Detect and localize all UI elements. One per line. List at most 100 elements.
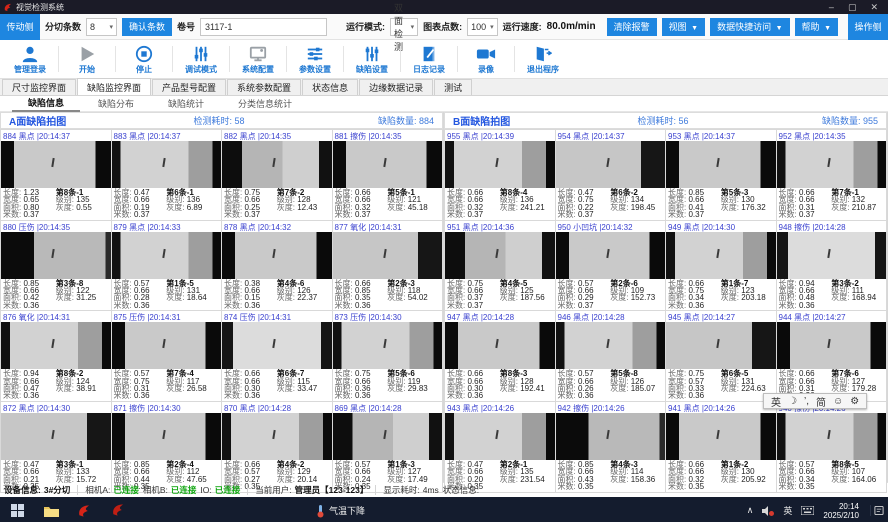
defect-image[interactable] [222,413,332,460]
defect-card-header[interactable]: 945 黑点 |20:14:27 [666,311,776,322]
defect-card[interactable]: 880 压伤 |20:14:35 长度: 0.85 宽度: 0.66 面积: 0… [1,221,111,311]
tab-5[interactable]: 边缘数据记录 [359,79,433,95]
defect-card[interactable]: 875 压伤 |20:14:31 长度: 0.57 宽度: 0.75 面积: 0… [112,311,222,401]
coil-number-input[interactable] [200,18,327,36]
defect-card-header[interactable]: 951 黑点 |20:14:36 [445,221,555,232]
ime-fullhalf-moon-icon[interactable]: ☽ [788,396,797,407]
volume-icon[interactable] [762,506,774,516]
defect-card-header[interactable]: 879 黑点 |20:14:33 [112,221,222,232]
defect-image[interactable] [1,232,111,279]
defect-image[interactable] [445,322,555,369]
confirm-count-button[interactable]: 确认条数 [122,18,172,36]
defect-card-header[interactable]: 943 黑点 |20:14:26 [445,402,555,413]
view-menu-button[interactable]: 视图 ▼ [662,18,705,36]
action-button-sliders-v2[interactable]: 缺陷设置 [346,40,398,78]
defect-image[interactable] [333,232,443,279]
defect-card-header[interactable]: 953 黑点 |20:14:37 [666,130,776,141]
defect-card[interactable]: 871 擦伤 |20:14:30 长度: 0.85 宽度: 0.66 面积: 0… [112,402,222,492]
defect-card[interactable]: 951 黑点 |20:14:36 长度: 0.75 宽度: 0.66 面积: 0… [445,221,555,311]
defect-card-header[interactable]: 944 黑点 |20:14:27 [777,311,887,322]
defect-image[interactable] [666,322,776,369]
subtab-1[interactable]: 缺陷分布 [82,96,150,111]
drive-side-button[interactable]: 传动侧 [0,14,40,40]
defect-card[interactable]: 870 黑点 |20:14:28 长度: 0.66 宽度: 0.57 面积: 0… [222,402,332,492]
defect-image[interactable] [556,141,666,188]
action-button-log[interactable]: 日志记录 [403,40,455,78]
clear-alarm-button[interactable]: 清除报警 [607,18,657,36]
defect-image[interactable] [666,413,776,460]
defect-image[interactable] [1,322,111,369]
defect-card[interactable]: 953 黑点 |20:14:37 长度: 0.85 宽度: 0.66 面积: 0… [666,130,776,220]
defect-image[interactable] [777,413,887,460]
close-button[interactable]: ✕ [870,3,878,12]
defect-card-header[interactable]: 952 黑点 |20:14:35 [777,130,887,141]
defect-card-header[interactable]: 947 黑点 |20:14:28 [445,311,555,322]
action-button-sliders-h[interactable]: 参数设置 [289,40,341,78]
defect-card-header[interactable]: 941 黑点 |20:14:26 [666,402,776,413]
defect-card[interactable]: 954 黑点 |20:14:37 长度: 0.47 宽度: 0.75 面积: 0… [556,130,666,220]
tab-6[interactable]: 测试 [434,79,472,95]
tray-expand-icon[interactable]: ∧ [747,505,754,516]
defect-card[interactable]: 946 黑点 |20:14:28 长度: 0.57 宽度: 0.66 面积: 0… [556,311,666,401]
defect-card-header[interactable]: 884 黑点 |20:14:37 [1,130,111,141]
defect-image[interactable] [333,141,443,188]
operator-side-button[interactable]: 操作侧 [848,14,888,40]
defect-card[interactable]: 948 擦伤 |20:14:28 长度: 0.94 宽度: 0.66 面积: 0… [777,221,887,311]
defect-card[interactable]: 873 压伤 |20:14:30 长度: 0.75 宽度: 0.66 面积: 0… [333,311,443,401]
defect-card-header[interactable]: 942 擦伤 |20:14:26 [556,402,666,413]
defect-card[interactable]: 940 擦伤 |20:14:26 长度: 0.57 宽度: 0.66 面积: 0… [777,402,887,492]
chart-points-select[interactable]: 100 ▾ [467,18,498,36]
defect-image[interactable] [333,413,443,460]
defect-card-header[interactable]: 873 压伤 |20:14:30 [333,311,443,322]
start-button[interactable] [0,497,34,522]
defect-card-header[interactable]: 878 黑点 |20:14:32 [222,221,332,232]
defect-image[interactable] [333,322,443,369]
taskbar-app-1[interactable] [68,497,102,522]
defect-image[interactable] [112,322,222,369]
defect-card-header[interactable]: 882 黑点 |20:14:35 [222,130,332,141]
defect-image[interactable] [1,141,111,188]
defect-card-header[interactable]: 871 擦伤 |20:14:30 [112,402,222,413]
defect-image[interactable] [222,141,332,188]
ime-settings-gear-icon[interactable]: ⚙ [850,396,859,407]
defect-card[interactable]: 869 黑点 |20:14:28 长度: 0.57 宽度: 0.66 面积: 0… [333,402,443,492]
defect-image[interactable] [777,322,887,369]
defect-card[interactable]: 874 压伤 |20:14:31 长度: 0.66 宽度: 0.66 面积: 0… [222,311,332,401]
minimize-button[interactable]: – [829,3,834,12]
taskbar-clock[interactable]: 20:14 2025/2/10 [823,502,859,520]
tab-1[interactable]: 缺陷监控界面 [77,78,151,95]
defect-card[interactable]: 884 黑点 |20:14:37 长度: 1.23 宽度: 0.65 面积: 0… [1,130,111,220]
ime-simplified-toggle[interactable]: 简 [816,394,826,409]
defect-card[interactable]: 947 黑点 |20:14:28 长度: 0.66 宽度: 0.66 面积: 0… [445,311,555,401]
defect-card[interactable]: 949 黑点 |20:14:30 长度: 0.66 宽度: 0.75 面积: 0… [666,221,776,311]
defect-card[interactable]: 941 黑点 |20:14:26 长度: 0.66 宽度: 0.66 面积: 0… [666,402,776,492]
defect-image[interactable] [445,141,555,188]
defect-image[interactable] [445,413,555,460]
defect-image[interactable] [777,141,887,188]
run-mode-select[interactable]: 双面检测 ▾ [390,18,418,36]
defect-image[interactable] [666,232,776,279]
taskbar-app-2-active[interactable] [102,497,136,522]
defect-card-header[interactable]: 875 压伤 |20:14:31 [112,311,222,322]
defect-image[interactable] [777,232,887,279]
tab-3[interactable]: 系统参数配置 [227,79,301,95]
defect-card[interactable]: 876 氧化 |20:14:31 长度: 0.94 宽度: 0.66 面积: 0… [1,311,111,401]
defect-image[interactable] [666,141,776,188]
defect-card-header[interactable]: 950 小凹坑 |20:14:32 [556,221,666,232]
defect-card-header[interactable]: 948 擦伤 |20:14:28 [777,221,887,232]
help-menu-button[interactable]: 帮助 ▼ [795,18,838,36]
defect-card-header[interactable]: 946 黑点 |20:14:28 [556,311,666,322]
action-button-sliders-v[interactable]: 调试模式 [175,40,227,78]
defect-card-header[interactable]: 874 压伤 |20:14:31 [222,311,332,322]
defect-card[interactable]: 942 擦伤 |20:14:26 长度: 0.85 宽度: 0.66 面积: 0… [556,402,666,492]
defect-card[interactable]: 952 黑点 |20:14:35 长度: 0.66 宽度: 0.66 面积: 0… [777,130,887,220]
defect-card-header[interactable]: 881 擦伤 |20:14:35 [333,130,443,141]
defect-image[interactable] [112,141,222,188]
defect-card-header[interactable]: 955 黑点 |20:14:39 [445,130,555,141]
split-count-select[interactable]: 8 ▾ [86,18,117,36]
defect-card[interactable]: 879 黑点 |20:14:33 长度: 0.57 宽度: 0.66 面积: 0… [112,221,222,311]
defect-image[interactable] [556,413,666,460]
ime-punctuation-toggle[interactable]: ’, [804,396,809,407]
defect-card[interactable]: 955 黑点 |20:14:39 长度: 0.66 宽度: 0.66 面积: 0… [445,130,555,220]
action-button-exit[interactable]: 退出程序 [517,40,569,78]
